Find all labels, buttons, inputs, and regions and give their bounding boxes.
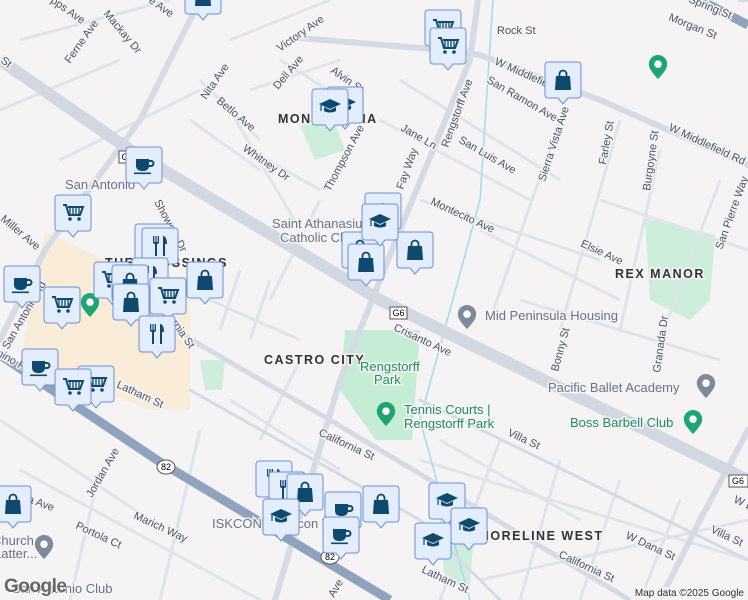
shopping-icon: [194, 0, 212, 7]
housing-pin-icon[interactable]: [457, 305, 477, 330]
cafe-marker[interactable]: [322, 516, 360, 560]
place-label: San Antonio: [65, 177, 135, 192]
map-canvas[interactable]: G6 G6 G6 82 82 Mackay Dr Ferne Ave pps A…: [0, 0, 748, 600]
route-shield-82: 82: [156, 459, 176, 475]
park-label: Park: [374, 372, 401, 387]
grocery-marker[interactable]: [43, 286, 81, 330]
street-label: pps Ave: [48, 0, 87, 27]
route-shield-g6: G6: [389, 306, 408, 320]
shopping-marker[interactable]: [362, 485, 400, 529]
school-marker[interactable]: [414, 522, 452, 566]
street-label: Villa St: [709, 524, 745, 549]
street-label: Spring St: [687, 0, 733, 22]
route-shield-g6: G6: [728, 474, 748, 488]
restaurant-marker[interactable]: [138, 315, 176, 359]
street-label: Mackay Dr: [101, 8, 144, 56]
place-label: Tennis Courts |: [404, 402, 490, 417]
school-marker[interactable]: [450, 507, 488, 551]
district-label: SHORELINE WEST: [470, 529, 604, 543]
grocery-marker[interactable]: [54, 368, 92, 412]
marker-background: [138, 315, 176, 359]
shopping-marker[interactable]: [347, 243, 385, 287]
grocery-marker[interactable]: [54, 194, 92, 238]
map-attribution[interactable]: Map data ©2025 Google: [630, 587, 748, 600]
grocery-marker[interactable]: [149, 277, 187, 321]
street-label: Elsie Ave: [579, 238, 625, 268]
street-label: W B: [732, 494, 748, 514]
street-label: e Ave: [146, 0, 175, 20]
street-label: Miller Ave: [0, 213, 42, 253]
park: [300, 122, 345, 160]
cafe-marker[interactable]: [21, 348, 59, 392]
park: [200, 360, 225, 390]
shopping-marker[interactable]: [186, 261, 224, 305]
svg-text:82: 82: [161, 462, 171, 472]
street-label: Rock St: [497, 25, 536, 37]
street-label: Jordan Ave: [84, 446, 122, 499]
street-label: Morgan St: [667, 12, 719, 42]
svg-text:G6: G6: [392, 308, 404, 318]
school-marker[interactable]: [311, 88, 349, 132]
district-label: CASTRO CITY: [264, 353, 365, 367]
street-label: W Middlefield Rd: [667, 122, 747, 168]
google-logo: Google: [4, 576, 67, 597]
street-label: Montecito Ave: [429, 196, 497, 236]
cafe-marker[interactable]: [125, 146, 163, 190]
shopping-marker[interactable]: [544, 61, 582, 105]
gym-pin-icon[interactable]: [683, 410, 703, 435]
place-label: Boss Barbell Club: [570, 415, 673, 430]
street-label: Villa St: [506, 427, 542, 452]
place-label: Saint Athanasius: [272, 216, 369, 231]
street-label: Bonny St: [549, 327, 572, 373]
ballet-pin-icon[interactable]: [696, 374, 716, 399]
park-pin-icon[interactable]: [648, 55, 668, 80]
school-marker[interactable]: [262, 498, 300, 542]
district-label: REX MANOR: [615, 267, 705, 281]
place-label: Rengstorff Park: [404, 416, 495, 431]
shopping-marker[interactable]: [0, 485, 32, 529]
street-label: San Luis Ave: [457, 134, 518, 176]
street-label: Ave: [326, 577, 346, 599]
cafe-marker[interactable]: [3, 265, 41, 309]
grocery-marker[interactable]: [429, 27, 467, 71]
street-label: Jane Ln: [399, 122, 439, 152]
place-label: Latter...: [0, 546, 37, 561]
street-label: Ferne Ave: [63, 18, 101, 66]
street-label: Betlo Ave: [214, 95, 257, 134]
svg-text:G6: G6: [732, 476, 744, 486]
place-label: Pacific Ballet Academy: [548, 380, 680, 395]
shopping-marker[interactable]: [396, 231, 434, 275]
church-pin-icon[interactable]: [34, 535, 54, 560]
school-marker[interactable]: [361, 203, 399, 247]
place-label: Mid Peninsula Housing: [485, 308, 618, 323]
